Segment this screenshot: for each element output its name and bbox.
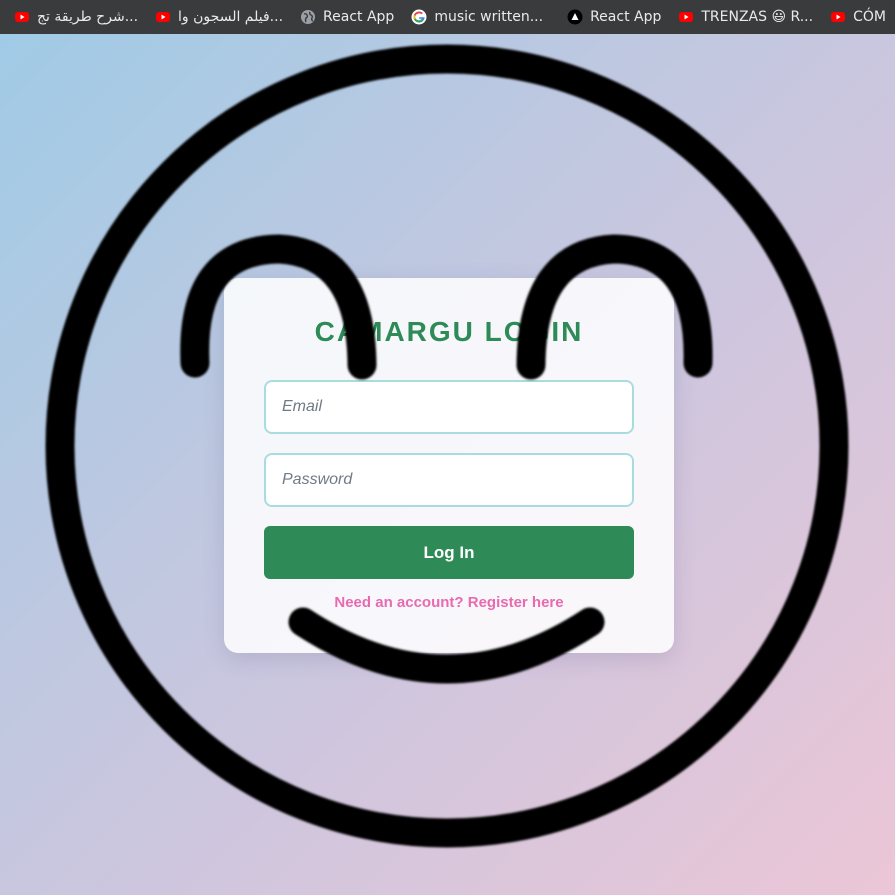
bookmark-label: شرح طريقة تج...	[37, 9, 139, 25]
bookmark-label: TRENZAS 😃 R...	[701, 9, 814, 25]
globe-icon	[300, 9, 316, 25]
bookmark-item[interactable]: music written...	[411, 9, 543, 25]
bookmark-item[interactable]: React App	[567, 9, 661, 25]
login-button[interactable]: Log In	[264, 526, 634, 579]
youtube-icon	[830, 9, 846, 25]
password-field[interactable]	[264, 453, 634, 507]
bookmark-label: React App	[323, 9, 395, 25]
bookmark-item[interactable]: فيلم السجون وا...	[155, 9, 283, 25]
youtube-icon	[14, 9, 30, 25]
bookmark-label: React App	[590, 9, 662, 25]
google-icon	[411, 9, 427, 25]
bookmark-label: فيلم السجون وا...	[178, 9, 284, 25]
bookmark-label: music written...	[434, 9, 544, 25]
youtube-icon	[678, 9, 694, 25]
bookmark-item[interactable]: TRENZAS 😃 R...	[678, 9, 813, 25]
register-link[interactable]: Need an account? Register here	[224, 594, 674, 611]
login-title: CAMARGU LOGIN	[314, 316, 584, 347]
bookmark-label: CÓM	[853, 9, 886, 25]
bookmark-item[interactable]: React App	[300, 9, 394, 25]
bookmark-item[interactable]: CÓM	[830, 9, 886, 25]
youtube-icon	[155, 9, 171, 25]
bookmarks-bar: شرح طريقة تج... فيلم السجون وا... React …	[0, 0, 895, 34]
app-triangle-icon	[567, 9, 583, 25]
bookmark-item[interactable]: شرح طريقة تج...	[14, 9, 138, 25]
login-card: CAMARGU LOGIN Log In Need an account? Re…	[224, 278, 674, 653]
email-field[interactable]	[264, 380, 634, 434]
